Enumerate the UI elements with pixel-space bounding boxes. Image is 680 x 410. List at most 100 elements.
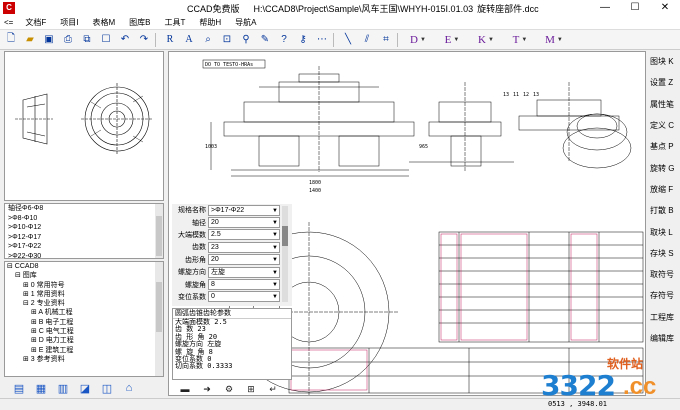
scrollbar-thumb[interactable] <box>156 282 162 332</box>
param-select[interactable]: 20 ▼ <box>208 254 280 266</box>
new-file-icon[interactable]: 🗋 <box>3 32 19 48</box>
cmd-get-symbol[interactable]: 取符号 <box>648 264 680 285</box>
layer-m-dropdown[interactable]: M ▼ <box>537 32 571 48</box>
layer-t-dropdown[interactable]: T ▼ <box>503 32 537 48</box>
tree-node[interactable]: ⊟ 图库 <box>5 271 163 280</box>
cmd-rotate[interactable]: 旋转 G <box>648 157 680 178</box>
menu-tools[interactable]: 工具T <box>162 17 187 28</box>
chart-icon[interactable]: ◪ <box>78 381 92 395</box>
help-icon[interactable]: ? <box>276 32 292 48</box>
param-select[interactable]: 左旋 ▼ <box>208 266 280 278</box>
parallel-icon[interactable]: ⫽ <box>359 32 375 48</box>
tree-scrollbar[interactable] <box>155 262 163 376</box>
param-select[interactable]: 20 ▼ <box>208 217 280 229</box>
param-scrollbar[interactable] <box>282 206 288 302</box>
tree-node[interactable]: ⊞ E 建筑工程 <box>5 346 163 355</box>
home-icon[interactable]: ⌂ <box>122 381 136 395</box>
blank-page-icon[interactable]: ☐ <box>98 32 114 48</box>
minimize-button[interactable]: — <box>590 0 620 16</box>
menu-collapse-arrows[interactable]: <= <box>4 18 13 27</box>
bevel-gear-preview-drawing <box>15 83 153 155</box>
tree-node[interactable]: ⊞ 1 常用资料 <box>5 290 163 299</box>
cmd-base-point[interactable]: 基点 P <box>648 136 680 157</box>
copy-icon[interactable]: ⧉ <box>79 32 95 48</box>
cmd-get-block[interactable]: 取块 L <box>648 221 680 242</box>
undo-icon[interactable]: ↶ <box>117 32 133 48</box>
cmd-block[interactable]: 图块 K <box>648 51 680 72</box>
table-icon[interactable]: ▥ <box>56 381 70 395</box>
param-select[interactable]: 8 ▼ <box>208 279 280 291</box>
scrollbar-thumb[interactable] <box>282 226 288 246</box>
tree-node[interactable]: ⊞ 3 参考资料 <box>5 355 163 364</box>
zoom-window-icon[interactable]: ⌕ <box>200 32 216 48</box>
spec-item[interactable]: 轴径Φ6-Φ8 <box>5 204 163 214</box>
coordinate-icon[interactable]: ⌗ <box>378 32 394 48</box>
spec-item[interactable]: >Φ17-Φ22 <box>5 242 163 252</box>
cmd-define[interactable]: 定义 C <box>648 115 680 136</box>
spec-item[interactable]: >Φ22-Φ30 <box>5 252 163 262</box>
tree-node[interactable]: ⊞ 0 常用符号 <box>5 281 163 290</box>
param-label: 螺旋角 <box>185 281 206 289</box>
tree-node[interactable]: ⊞ B 电子工程 <box>5 318 163 327</box>
save-icon[interactable]: ▣ <box>41 32 57 48</box>
cmd-save-symbol[interactable]: 存符号 <box>648 285 680 306</box>
layer-e-dropdown[interactable]: E ▼ <box>435 32 469 48</box>
cmd-save-block[interactable]: 存块 S <box>648 243 680 264</box>
text-icon[interactable]: A <box>181 32 197 48</box>
layer-d-dropdown[interactable]: D ▼ <box>401 32 435 48</box>
measure-icon[interactable]: ⚲ <box>238 32 254 48</box>
minus-icon[interactable]: ▬ <box>176 383 194 395</box>
library-book-icon[interactable]: ▤ <box>12 381 26 395</box>
param-select[interactable]: 23 ▼ <box>208 241 280 253</box>
cmd-edit-library[interactable]: 编辑库 <box>648 328 680 349</box>
pencil-icon[interactable]: ✎ <box>257 32 273 48</box>
layer-k-dropdown[interactable]: K ▼ <box>469 32 503 48</box>
spec-item[interactable]: >Φ10-Φ12 <box>5 223 163 233</box>
tree-node[interactable]: ⊟ 2 专业资料 <box>5 299 163 308</box>
cmd-explode[interactable]: 打散 B <box>648 200 680 221</box>
cmd-property-pen[interactable]: 属性笔 <box>648 94 680 115</box>
print-icon[interactable]: ⎙ <box>60 32 76 48</box>
watermark-tld: .cc <box>623 373 657 400</box>
drawing-header-label: DO TO TESTO-HRAs <box>205 62 253 68</box>
maximize-button[interactable]: ☐ <box>620 0 650 16</box>
cmd-settings[interactable]: 设置 Z <box>648 72 680 93</box>
redo-icon[interactable]: ↷ <box>136 32 152 48</box>
param-select[interactable]: 2.5 ▼ <box>208 229 280 241</box>
menu-library[interactable]: 图库B <box>127 17 152 28</box>
zoom-all-icon[interactable]: ⊡ <box>219 32 235 48</box>
menu-help[interactable]: 帮助H <box>197 17 223 28</box>
grid-icon[interactable]: ⋯ <box>314 32 330 48</box>
spec-item[interactable]: >Φ8-Φ10 <box>5 214 163 224</box>
spec-list-scrollbar[interactable] <box>155 204 163 258</box>
menu-table[interactable]: 表格M <box>90 17 117 28</box>
slash-icon[interactable]: ╲ <box>340 32 356 48</box>
gear-icon[interactable]: ⚙ <box>220 383 238 395</box>
app-logo-icon: C <box>3 2 15 14</box>
bulb-icon[interactable]: ⚷ <box>295 32 311 48</box>
close-button[interactable]: ✕ <box>650 0 680 16</box>
tree-node[interactable]: ⊞ D 电力工程 <box>5 336 163 345</box>
library-tree: ⊟ CCAD8 ⊟ 图库 ⊞ 0 常用符号 ⊞ 1 常用资料 ⊟ 2 专业资料 … <box>4 261 164 377</box>
insert-arrow-icon[interactable]: ➜ <box>198 383 216 395</box>
redraw-icon[interactable]: R <box>162 32 178 48</box>
param-select[interactable]: 0 ▼ <box>208 291 280 303</box>
document-icon[interactable]: ▦ <box>34 381 48 395</box>
dimension-icon[interactable]: ⊞ <box>242 383 260 395</box>
menu-project[interactable]: 项目I <box>58 17 80 28</box>
open-folder-icon[interactable]: ▰ <box>22 32 38 48</box>
enter-icon[interactable]: ↵ <box>264 383 282 395</box>
library-toolbar: ▤ ▦ ▥ ◪ ◫ ⌂ <box>4 379 164 397</box>
cmd-scale[interactable]: 放缩 F <box>648 179 680 200</box>
param-select[interactable]: >Φ17-Φ22 ▼ <box>208 204 280 216</box>
cmd-project-library[interactable]: 工程库 <box>648 307 680 328</box>
menu-navigate[interactable]: 导航A <box>233 17 258 28</box>
scrollbar-thumb[interactable] <box>156 216 162 256</box>
tree-node[interactable]: ⊞ A 机械工程 <box>5 308 163 317</box>
tree-node[interactable]: ⊞ C 电气工程 <box>5 327 163 336</box>
menu-document[interactable]: 文档F <box>23 17 48 28</box>
param-label: 齿形角 <box>185 256 206 264</box>
spec-item[interactable]: >Φ12-Φ17 <box>5 233 163 243</box>
tree-node[interactable]: ⊟ CCAD8 <box>5 262 163 271</box>
image-icon[interactable]: ◫ <box>100 381 114 395</box>
